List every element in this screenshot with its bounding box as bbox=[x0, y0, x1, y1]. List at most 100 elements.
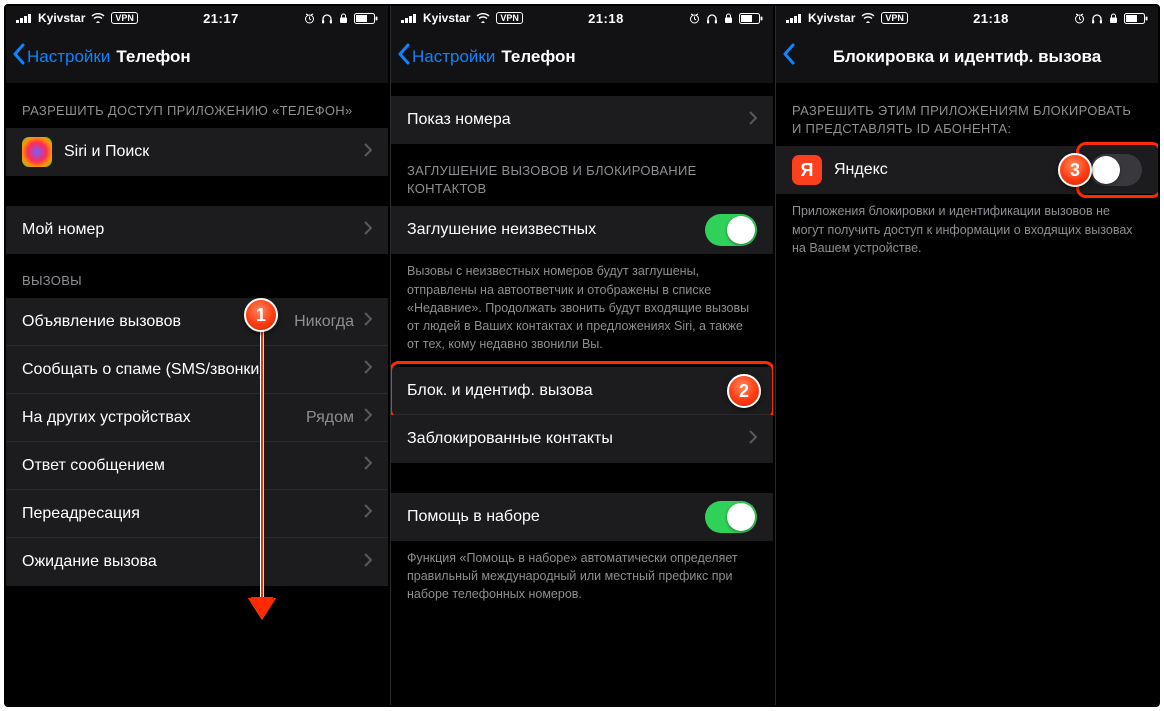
alarm-icon bbox=[1074, 13, 1085, 24]
cell-value: Рядом bbox=[306, 409, 354, 427]
step-badge-3: 3 bbox=[1058, 153, 1092, 187]
back-button[interactable]: Настройки bbox=[10, 39, 112, 74]
chevron-right-icon bbox=[749, 111, 757, 130]
dial-assist-cell[interactable]: Помощь в наборе bbox=[391, 493, 773, 541]
status-bar: Kyivstar VPN 21:17 bbox=[6, 6, 388, 30]
carrier-label: Kyivstar bbox=[423, 11, 470, 25]
phone-screen-2: Kyivstar VPN 21:18 Настройки Телефон bbox=[390, 6, 773, 705]
chevron-right-icon bbox=[364, 504, 372, 523]
carrier-label: Kyivstar bbox=[38, 11, 85, 25]
headphones-icon bbox=[1091, 13, 1103, 24]
headphones-icon bbox=[321, 13, 333, 24]
wifi-icon bbox=[476, 13, 490, 23]
nav-bar: Блокировка и идентиф. вызова bbox=[776, 30, 1158, 84]
nav-title: Телефон bbox=[116, 47, 190, 67]
cell-label: Заблокированные контакты bbox=[407, 430, 745, 448]
cell-label: Ответ сообщением bbox=[22, 457, 360, 475]
battery-icon bbox=[1124, 13, 1148, 24]
reply-message-cell[interactable]: Ответ сообщением bbox=[6, 442, 388, 490]
chevron-right-icon bbox=[364, 456, 372, 475]
wifi-icon bbox=[861, 13, 875, 23]
call-forwarding-cell[interactable]: Переадресация bbox=[6, 490, 388, 538]
apps-footer: Приложения блокировки и идентификации вы… bbox=[776, 194, 1158, 270]
nav-title: Телефон bbox=[501, 47, 575, 67]
chevron-right-icon bbox=[364, 360, 372, 379]
tutorial-frame: Kyivstar VPN 21:17 Настройки Телефон bbox=[4, 4, 1160, 707]
settings-content[interactable]: РАЗРЕШИТЬ ЭТИМ ПРИЛОЖЕНИЯМ БЛОКИРОВАТЬ И… bbox=[776, 84, 1158, 705]
other-devices-cell[interactable]: На других устройствах Рядом bbox=[6, 394, 388, 442]
dial-assist-toggle[interactable] bbox=[705, 501, 757, 533]
nav-title: Блокировка и идентиф. вызова bbox=[776, 47, 1158, 67]
lock-icon bbox=[1109, 13, 1118, 24]
announce-calls-cell[interactable]: Объявление вызовов Никогда bbox=[6, 298, 388, 346]
phone-screen-3: Kyivstar VPN 21:18 Блокировка и идентиф.… bbox=[775, 6, 1158, 705]
section-header-calls: ВЫЗОВЫ bbox=[6, 254, 388, 298]
battery-icon bbox=[739, 13, 763, 24]
chevron-left-icon bbox=[397, 43, 411, 70]
cell-label: Ожидание вызова bbox=[22, 553, 360, 571]
status-time: 21:17 bbox=[203, 11, 239, 26]
call-waiting-cell[interactable]: Ожидание вызова bbox=[6, 538, 388, 586]
cell-label: Заглушение неизвестных bbox=[407, 221, 705, 239]
cell-label: Сообщать о спаме (SMS/звонки) bbox=[22, 361, 360, 379]
chevron-right-icon bbox=[364, 221, 372, 240]
show-caller-id-cell[interactable]: Показ номера bbox=[391, 96, 773, 144]
status-time: 21:18 bbox=[588, 11, 624, 26]
siri-icon bbox=[22, 137, 52, 167]
back-button[interactable]: Настройки bbox=[395, 39, 497, 74]
chevron-right-icon bbox=[364, 312, 372, 331]
chevron-left-icon bbox=[12, 43, 26, 70]
chevron-right-icon bbox=[364, 408, 372, 427]
carrier-label: Kyivstar bbox=[808, 11, 855, 25]
status-bar: Kyivstar VPN 21:18 bbox=[776, 6, 1158, 30]
cell-label: Siri и Поиск bbox=[64, 143, 360, 161]
nav-bar: Настройки Телефон bbox=[6, 30, 388, 84]
back-label: Настройки bbox=[27, 47, 110, 67]
yandex-toggle[interactable] bbox=[1090, 154, 1142, 186]
assist-footer: Функция «Помощь в наборе» автоматически … bbox=[391, 541, 773, 617]
vpn-icon: VPN bbox=[496, 12, 523, 24]
cell-label: Мой номер bbox=[22, 221, 360, 239]
yandex-app-cell[interactable]: Я Яндекс 3 bbox=[776, 146, 1158, 194]
silence-footer: Вызовы с неизвестных номеров будут заглу… bbox=[391, 254, 773, 367]
alarm-icon bbox=[304, 13, 315, 24]
phone-screen-1: Kyivstar VPN 21:17 Настройки Телефон bbox=[6, 6, 388, 705]
cell-label: Яндекс bbox=[834, 161, 1090, 179]
section-header-silence: ЗАГЛУШЕНИЕ ВЫЗОВОВ И БЛОКИРОВАНИЕ КОНТАК… bbox=[391, 144, 773, 206]
siri-search-cell[interactable]: Siri и Поиск bbox=[6, 128, 388, 176]
blocked-contacts-cell[interactable]: Заблокированные контакты bbox=[391, 415, 773, 463]
cell-label: На других устройствах bbox=[22, 409, 306, 427]
battery-icon bbox=[354, 13, 378, 24]
lock-icon bbox=[339, 13, 348, 24]
cell-label: Переадресация bbox=[22, 505, 360, 523]
section-header-allow: РАЗРЕШИТЬ ДОСТУП ПРИЛОЖЕНИЮ «ТЕЛЕФОН» bbox=[6, 84, 388, 128]
silence-unknown-toggle[interactable] bbox=[705, 214, 757, 246]
chevron-right-icon bbox=[364, 553, 372, 572]
status-time: 21:18 bbox=[973, 11, 1009, 26]
status-bar: Kyivstar VPN 21:18 bbox=[391, 6, 773, 30]
chevron-right-icon bbox=[749, 430, 757, 449]
cell-label: Блок. и идентиф. вызова bbox=[407, 382, 745, 400]
cell-value: Никогда bbox=[294, 313, 354, 331]
vpn-icon: VPN bbox=[881, 12, 908, 24]
call-blocking-id-cell[interactable]: Блок. и идентиф. вызова 2 bbox=[391, 367, 773, 415]
silence-unknown-cell[interactable]: Заглушение неизвестных bbox=[391, 206, 773, 254]
signal-icon bbox=[401, 13, 417, 23]
chevron-left-icon bbox=[782, 43, 796, 70]
signal-icon bbox=[786, 13, 802, 23]
nav-bar: Настройки Телефон bbox=[391, 30, 773, 84]
vpn-icon: VPN bbox=[111, 12, 138, 24]
spam-report-cell[interactable]: Сообщать о спаме (SMS/звонки) bbox=[6, 346, 388, 394]
headphones-icon bbox=[706, 13, 718, 24]
back-label: Настройки bbox=[412, 47, 495, 67]
step-badge-2: 2 bbox=[727, 374, 761, 408]
step-badge-1: 1 bbox=[244, 298, 278, 332]
lock-icon bbox=[724, 13, 733, 24]
settings-content[interactable]: Показ номера ЗАГЛУШЕНИЕ ВЫЗОВОВ И БЛОКИР… bbox=[391, 84, 773, 705]
chevron-right-icon bbox=[364, 143, 372, 162]
settings-content[interactable]: РАЗРЕШИТЬ ДОСТУП ПРИЛОЖЕНИЮ «ТЕЛЕФОН» Si… bbox=[6, 84, 388, 705]
cell-label: Показ номера bbox=[407, 111, 745, 129]
signal-icon bbox=[16, 13, 32, 23]
my-number-cell[interactable]: Мой номер bbox=[6, 206, 388, 254]
back-button[interactable] bbox=[780, 39, 799, 74]
